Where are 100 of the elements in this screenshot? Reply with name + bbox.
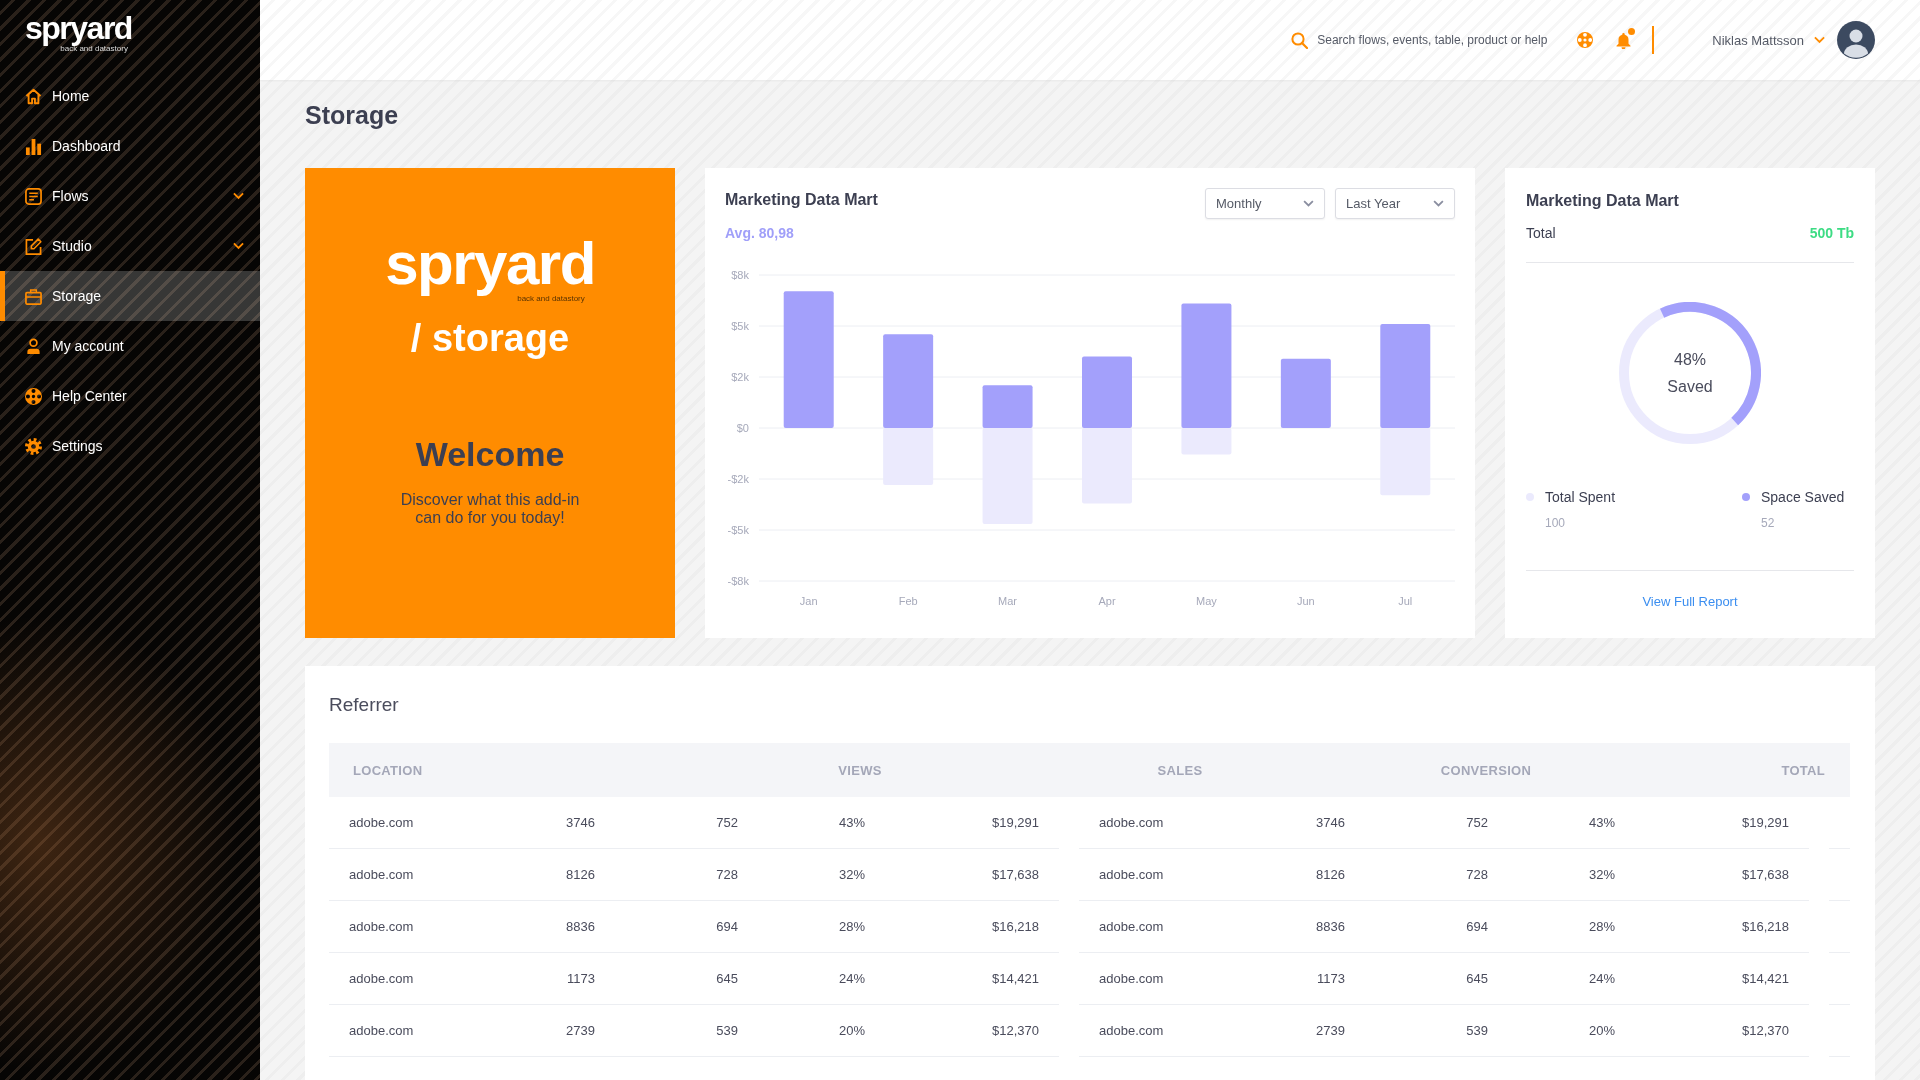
user-menu[interactable]: Niklas Mattsson [1712, 32, 1825, 48]
pencil-square-icon [25, 237, 42, 255]
search-icon [1291, 31, 1309, 49]
period-dropdown[interactable]: Monthly [1205, 188, 1325, 219]
y-axis-label: -$2k [727, 473, 749, 485]
table-cell: 694 [716, 919, 738, 934]
brand-logo: spryard [25, 12, 132, 44]
chevron-down-icon [233, 242, 244, 250]
table-cell: adobe.com [1099, 971, 1164, 986]
table-cell: 728 [1466, 867, 1488, 882]
table-cell: $19,291 [1742, 815, 1789, 830]
table-cell: adobe.com [349, 919, 414, 934]
welcome-text: Discover what this add-in can do for you today! [399, 491, 581, 527]
gauge-value: 48% [1674, 350, 1706, 370]
table-cell: 645 [1466, 971, 1488, 986]
bar [1082, 356, 1132, 428]
sidebar-item[interactable]: Settings [0, 421, 260, 471]
sidebar-item[interactable]: Home [0, 71, 260, 121]
table-cell: adobe.com [1099, 867, 1164, 882]
table-cell: 3746 [1316, 815, 1345, 830]
table-cell: $16,218 [992, 919, 1039, 934]
table-cell: 645 [716, 971, 738, 986]
table-cell: 20% [839, 1023, 866, 1038]
chevron-down-icon [1433, 200, 1444, 207]
welcome-heading: Welcome [415, 434, 565, 475]
table-cell: 3746 [566, 815, 595, 830]
table-cell: adobe.com [1099, 815, 1164, 830]
y-axis-label: $2k [731, 371, 749, 383]
table-cell: 28% [839, 919, 866, 934]
table-cell: adobe.com [349, 1023, 414, 1038]
y-axis-label: $0 [736, 422, 749, 434]
y-axis-label: -$5k [727, 524, 749, 536]
table-cell: 32% [839, 867, 866, 882]
bell-icon[interactable] [1615, 31, 1633, 49]
home-icon [25, 87, 42, 105]
y-axis-label: $5k [731, 320, 749, 332]
table-cell: $17,638 [1742, 867, 1789, 882]
sidebar-item[interactable]: Dashboard [0, 121, 260, 171]
table-cell: 2739 [1316, 1023, 1345, 1038]
avatar-icon[interactable] [1837, 21, 1875, 59]
table-cell: $19,291 [992, 815, 1039, 830]
x-axis-label: May [1196, 595, 1217, 607]
table-cell: $12,370 [1742, 1023, 1789, 1038]
briefcase-icon [25, 287, 42, 305]
table-cell: 752 [1466, 815, 1488, 830]
y-axis-label: -$8k [727, 575, 749, 587]
table-cell: 8126 [1316, 867, 1345, 882]
y-axis-label: $8k [731, 269, 749, 281]
table-cell: 1173 [1317, 971, 1345, 986]
legend-value: 52 [1761, 515, 1775, 532]
card-title: Marketing Data Mart [725, 190, 878, 210]
x-axis-label: Mar [998, 595, 1018, 607]
table-cell: 32% [1589, 867, 1616, 882]
table-cell: $16,218 [1742, 919, 1789, 934]
sidebar-item[interactable]: My account [0, 321, 260, 371]
table-cell: 43% [839, 815, 866, 830]
product-name: / storage [410, 316, 570, 361]
x-axis-label: Jul [1398, 595, 1413, 607]
film-reel-icon [25, 387, 42, 405]
logo-tagline: back and datastory [517, 294, 585, 303]
bar-chart-icon [25, 137, 42, 155]
table-cell: 2739 [566, 1023, 595, 1038]
brand-logo: spryard [385, 234, 595, 294]
table-cell: 28% [1589, 919, 1616, 934]
legend-label: Space Saved [1761, 488, 1845, 507]
bar [1280, 358, 1331, 428]
person-icon [25, 337, 42, 355]
chevron-down-icon [233, 192, 244, 200]
x-axis-label: Jan [799, 595, 818, 607]
film-reel-icon[interactable] [1577, 32, 1594, 48]
sidebar-item[interactable]: Storage [0, 271, 260, 321]
table-cell: adobe.com [1099, 1023, 1164, 1038]
table-cell: $14,421 [1742, 971, 1789, 986]
caret-icon [1814, 36, 1825, 44]
table-cell: 694 [1466, 919, 1488, 934]
period-dropdown[interactable]: Last Year [1335, 188, 1455, 219]
table-cell: 24% [839, 971, 866, 986]
sidebar-item[interactable]: Studio [0, 221, 260, 271]
page-title: Storage [305, 100, 399, 131]
table-cell: 20% [1589, 1023, 1616, 1038]
gear-icon [25, 437, 42, 455]
table-cell: 539 [1466, 1023, 1488, 1038]
table-cell: adobe.com [349, 815, 414, 830]
x-axis-label: Apr [1098, 595, 1116, 607]
table-cell: 1173 [567, 971, 595, 986]
table-cell: 43% [1589, 815, 1616, 830]
x-axis-label: Jun [1297, 595, 1315, 607]
table-cell: $12,370 [992, 1023, 1039, 1038]
table-cell: 8126 [566, 867, 595, 882]
total-value: 500 Tb [1809, 224, 1854, 243]
sidebar-item[interactable]: Flows [0, 171, 260, 221]
sidebar-item[interactable]: Help Center [0, 371, 260, 421]
search-field[interactable]: Search flows, events, table, product or help [1317, 31, 1558, 49]
table-cell: 728 [716, 867, 738, 882]
table-cell: 539 [716, 1023, 738, 1038]
table-cell: 8836 [566, 919, 595, 934]
table-cell: adobe.com [349, 867, 414, 882]
table-cell: adobe.com [1099, 919, 1164, 934]
table-cell: adobe.com [349, 971, 414, 986]
x-axis-label: Feb [898, 595, 918, 607]
